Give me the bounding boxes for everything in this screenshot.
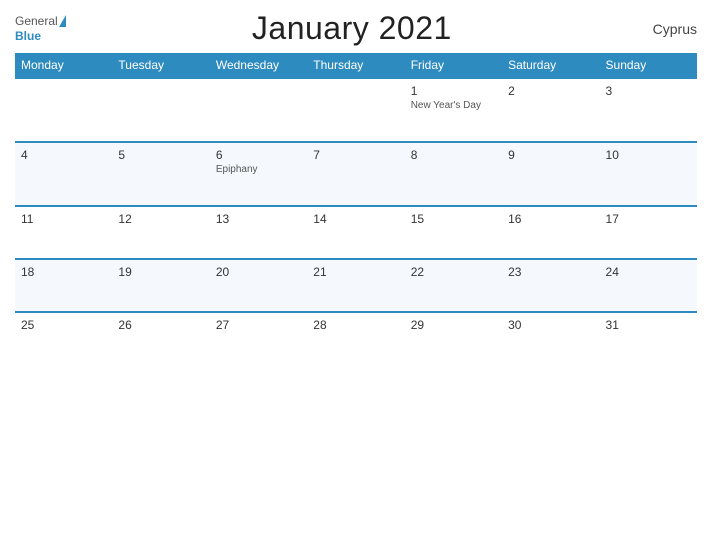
day-number: 11 (21, 212, 106, 226)
month-title: January 2021 (67, 10, 637, 47)
calendar-cell: 3 (600, 78, 697, 142)
weekday-header-monday: Monday (15, 53, 112, 78)
calendar-cell: 22 (405, 259, 502, 312)
day-number: 30 (508, 318, 593, 332)
logo: General Blue (15, 14, 67, 43)
calendar-cell: 26 (112, 312, 209, 364)
calendar-cell: 11 (15, 206, 112, 259)
day-number: 6 (216, 148, 301, 162)
day-number: 24 (606, 265, 691, 279)
day-number: 19 (118, 265, 203, 279)
day-number: 9 (508, 148, 593, 162)
day-number: 26 (118, 318, 203, 332)
logo-blue-text: Blue (15, 29, 67, 43)
day-number: 29 (411, 318, 496, 332)
day-number: 20 (216, 265, 301, 279)
weekday-header-wednesday: Wednesday (210, 53, 307, 78)
calendar-cell (210, 78, 307, 142)
day-number: 15 (411, 212, 496, 226)
day-number: 1 (411, 84, 496, 98)
calendar-table: MondayTuesdayWednesdayThursdayFridaySatu… (15, 53, 697, 364)
calendar-cell: 18 (15, 259, 112, 312)
calendar-cell: 29 (405, 312, 502, 364)
week-row-1: 1 New Year's Day 23 (15, 78, 697, 142)
calendar-cell: 9 (502, 142, 599, 206)
day-number: 31 (606, 318, 691, 332)
day-number: 16 (508, 212, 593, 226)
day-number: 14 (313, 212, 398, 226)
calendar-cell: 5 (112, 142, 209, 206)
day-number: 4 (21, 148, 106, 162)
calendar-header: General Blue January 2021 Cyprus (15, 10, 697, 47)
calendar-cell: 19 (112, 259, 209, 312)
day-number: 10 (606, 148, 691, 162)
calendar-cell: 14 (307, 206, 404, 259)
day-number: 12 (118, 212, 203, 226)
day-number: 7 (313, 148, 398, 162)
calendar-cell: 13 (210, 206, 307, 259)
calendar-cell: 15 (405, 206, 502, 259)
calendar-cell: 16 (502, 206, 599, 259)
calendar-cell: 7 (307, 142, 404, 206)
calendar-wrapper: General Blue January 2021 Cyprus MondayT… (0, 0, 712, 550)
weekday-header-thursday: Thursday (307, 53, 404, 78)
day-number: 18 (21, 265, 106, 279)
calendar-cell: 1 New Year's Day (405, 78, 502, 142)
day-number: 25 (21, 318, 106, 332)
weekday-header-friday: Friday (405, 53, 502, 78)
weekday-header-row: MondayTuesdayWednesdayThursdayFridaySatu… (15, 53, 697, 78)
day-number: 8 (411, 148, 496, 162)
day-number: 22 (411, 265, 496, 279)
week-row-4: 18 19 20 21 22 23 24 (15, 259, 697, 312)
calendar-cell (307, 78, 404, 142)
calendar-cell: 31 (600, 312, 697, 364)
week-row-5: 25 26 27 28 29 30 31 (15, 312, 697, 364)
calendar-cell: 21 (307, 259, 404, 312)
day-number: 3 (606, 84, 691, 98)
day-number: 27 (216, 318, 301, 332)
calendar-cell: 2 (502, 78, 599, 142)
day-number: 17 (606, 212, 691, 226)
logo-general-text: General (15, 14, 58, 28)
calendar-cell: 8 (405, 142, 502, 206)
calendar-cell (112, 78, 209, 142)
weekday-header-sunday: Sunday (600, 53, 697, 78)
calendar-cell: 10 (600, 142, 697, 206)
calendar-cell: 20 (210, 259, 307, 312)
weekday-header-saturday: Saturday (502, 53, 599, 78)
day-number: 5 (118, 148, 203, 162)
holiday-name: New Year's Day (411, 100, 496, 111)
day-number: 28 (313, 318, 398, 332)
calendar-cell (15, 78, 112, 142)
calendar-cell: 6 Epiphany (210, 142, 307, 206)
calendar-cell: 17 (600, 206, 697, 259)
calendar-cell: 30 (502, 312, 599, 364)
calendar-cell: 12 (112, 206, 209, 259)
calendar-cell: 25 (15, 312, 112, 364)
day-number: 2 (508, 84, 593, 98)
weekday-header-tuesday: Tuesday (112, 53, 209, 78)
calendar-cell: 24 (600, 259, 697, 312)
logo-triangle-icon (59, 15, 66, 27)
country-label: Cyprus (637, 21, 697, 37)
week-row-2: 456 Epiphany 789 10 (15, 142, 697, 206)
calendar-cell: 4 (15, 142, 112, 206)
day-number: 21 (313, 265, 398, 279)
day-number: 13 (216, 212, 301, 226)
calendar-cell: 27 (210, 312, 307, 364)
week-row-3: 11 12 13 14 15 16 17 (15, 206, 697, 259)
day-number: 23 (508, 265, 593, 279)
holiday-name: Epiphany (216, 164, 301, 175)
calendar-cell: 28 (307, 312, 404, 364)
calendar-cell: 23 (502, 259, 599, 312)
